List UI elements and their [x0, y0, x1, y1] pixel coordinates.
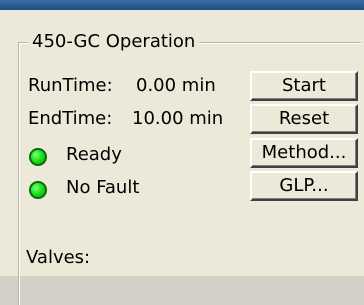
- no-fault-status-led-icon: [29, 181, 47, 199]
- reset-button[interactable]: Reset: [250, 104, 358, 134]
- window-title-bar-edge: [0, 0, 364, 10]
- start-button[interactable]: Start: [250, 71, 358, 101]
- endtime-value: 10.00 min: [132, 108, 224, 129]
- ready-status-label: Ready: [66, 144, 122, 165]
- runtime-value: 0.00 min: [136, 75, 216, 96]
- operation-panel: 450-GC Operation RunTime: 0.00 min EndTi…: [0, 10, 364, 305]
- glp-button[interactable]: GLP...: [250, 171, 358, 201]
- ready-status-led-icon: [29, 148, 47, 166]
- method-button[interactable]: Method...: [250, 138, 358, 168]
- valves-label: Valves:: [26, 247, 91, 268]
- runtime-label: RunTime:: [28, 75, 113, 96]
- endtime-label: EndTime:: [28, 108, 113, 129]
- group-title: 450-GC Operation: [28, 30, 200, 54]
- no-fault-status-label: No Fault: [66, 177, 140, 198]
